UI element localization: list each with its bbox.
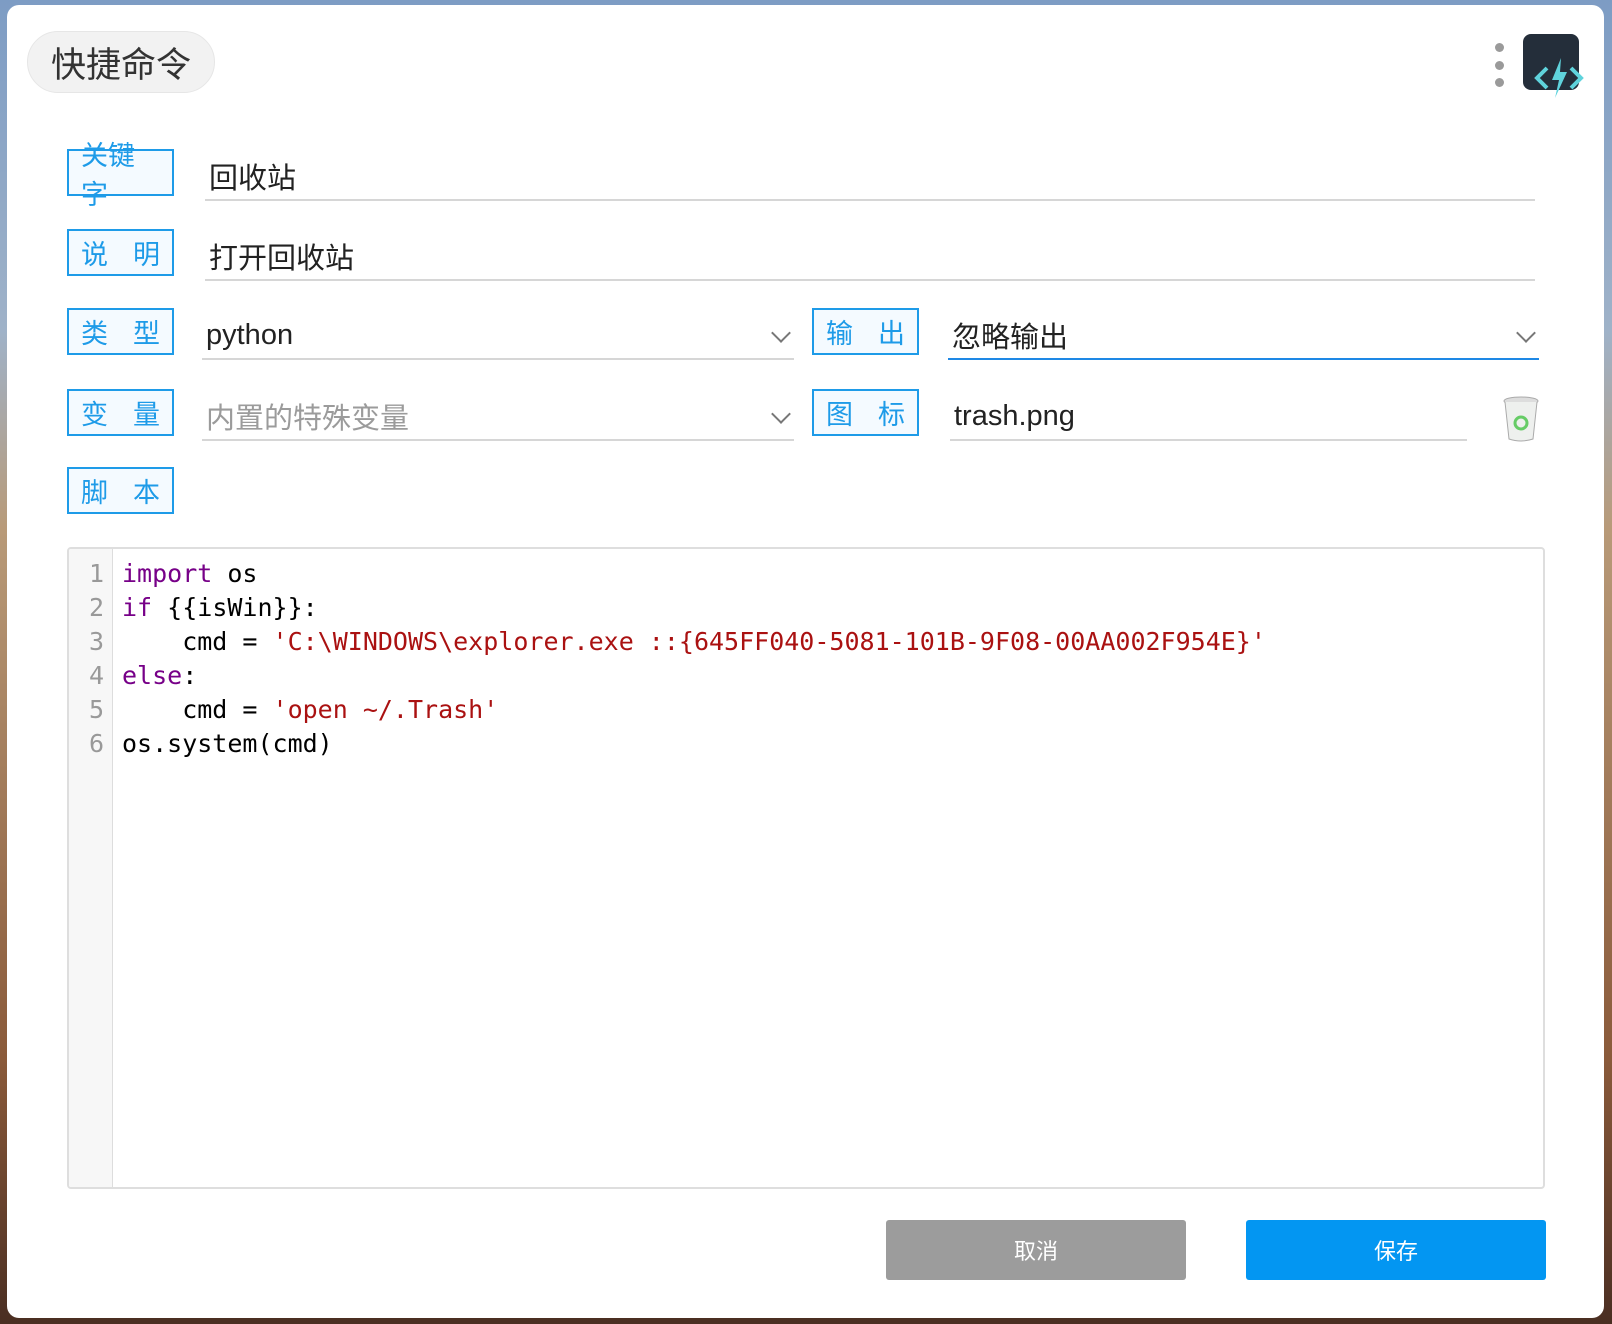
code-area[interactable]: import os if {{isWin}}: cmd = 'C:\WINDOWS… bbox=[113, 549, 1266, 1187]
code-bolt-icon bbox=[1523, 34, 1584, 98]
label-char: 出 bbox=[878, 319, 905, 349]
type-select[interactable]: python bbox=[202, 312, 794, 360]
label-char: 本 bbox=[133, 478, 160, 508]
trash-icon[interactable] bbox=[1501, 395, 1541, 443]
variables-label: 变量 bbox=[67, 389, 174, 436]
variables-placeholder: 内置的特殊变量 bbox=[206, 403, 410, 435]
icon-input[interactable]: trash.png bbox=[950, 393, 1467, 441]
icon-label: 图标 bbox=[812, 389, 919, 436]
more-vertical-icon[interactable] bbox=[1492, 43, 1506, 87]
line-number: 5 bbox=[88, 695, 104, 724]
code-token: if bbox=[122, 593, 153, 622]
line-number: 6 bbox=[88, 729, 104, 758]
code-token: 'C:\WINDOWS\explorer.exe ::{645FF040-508… bbox=[272, 627, 1266, 656]
description-input[interactable]: 打开回收站 bbox=[205, 233, 1535, 281]
code-line: import os bbox=[122, 557, 1266, 591]
output-select-value: 忽略输出 bbox=[952, 322, 1069, 354]
keyword-label: 关键字 bbox=[67, 141, 174, 210]
quick-command-window: 快捷命令 关键字 回收站 说明 打开回收站 类型 python 输出 忽略输出 … bbox=[7, 5, 1604, 1318]
keyword-input[interactable]: 回收站 bbox=[205, 153, 1535, 201]
line-number: 4 bbox=[88, 661, 104, 690]
line-number-gutter: 1 2 3 4 5 6 bbox=[69, 549, 113, 1187]
description-label: 说明 bbox=[67, 229, 174, 276]
code-token: {{isWin}}: bbox=[152, 593, 318, 622]
cancel-button[interactable]: 取消 bbox=[886, 1220, 1186, 1280]
type-select-value: python bbox=[206, 318, 294, 351]
code-token: 'open ~/.Trash' bbox=[272, 695, 499, 724]
script-label: 脚本 bbox=[67, 467, 174, 514]
code-token: else bbox=[122, 661, 183, 690]
code-editor[interactable]: 123456 import os if {{isWin}}: cmd = 'C:\… bbox=[67, 547, 1545, 1189]
code-token: import bbox=[122, 559, 213, 588]
code-token: os bbox=[212, 559, 258, 588]
line-number: 2 bbox=[88, 593, 104, 622]
label-char: 输 bbox=[826, 319, 853, 349]
label-char: 脚 bbox=[81, 478, 108, 508]
code-line: cmd = 'C:\WINDOWS\explorer.exe ::{645FF0… bbox=[122, 625, 1266, 659]
keyword-label-text: 关键字 bbox=[81, 140, 135, 210]
label-char: 图 bbox=[826, 400, 853, 430]
chevron-down-icon bbox=[771, 323, 791, 343]
variables-select[interactable]: 内置的特殊变量 bbox=[202, 393, 794, 441]
label-char: 明 bbox=[133, 240, 160, 270]
line-number: 1 bbox=[88, 559, 104, 588]
code-token: cmd = bbox=[122, 695, 273, 724]
output-label: 输出 bbox=[812, 308, 919, 355]
code-token: cmd = bbox=[122, 627, 273, 656]
code-line: cmd = 'open ~/.Trash' bbox=[122, 693, 1266, 727]
label-char: 标 bbox=[878, 400, 905, 430]
chevron-down-icon bbox=[1516, 323, 1536, 343]
code-token: : bbox=[182, 661, 198, 690]
label-char: 量 bbox=[133, 400, 160, 430]
code-line: else: bbox=[122, 659, 1266, 693]
label-char: 类 bbox=[81, 319, 108, 349]
page-title: 快捷命令 bbox=[27, 31, 215, 93]
label-char: 型 bbox=[133, 319, 160, 349]
output-select[interactable]: 忽略输出 bbox=[948, 312, 1539, 360]
code-line: os.system(cmd) bbox=[122, 727, 1266, 761]
type-label: 类型 bbox=[67, 308, 174, 355]
label-char: 变 bbox=[81, 400, 108, 430]
line-number: 3 bbox=[88, 627, 104, 656]
code-line: if {{isWin}}: bbox=[122, 591, 1266, 625]
label-char: 说 bbox=[81, 240, 108, 270]
chevron-down-icon bbox=[771, 404, 791, 424]
save-button[interactable]: 保存 bbox=[1246, 1220, 1546, 1280]
code-token: os.system(cmd) bbox=[122, 729, 333, 758]
